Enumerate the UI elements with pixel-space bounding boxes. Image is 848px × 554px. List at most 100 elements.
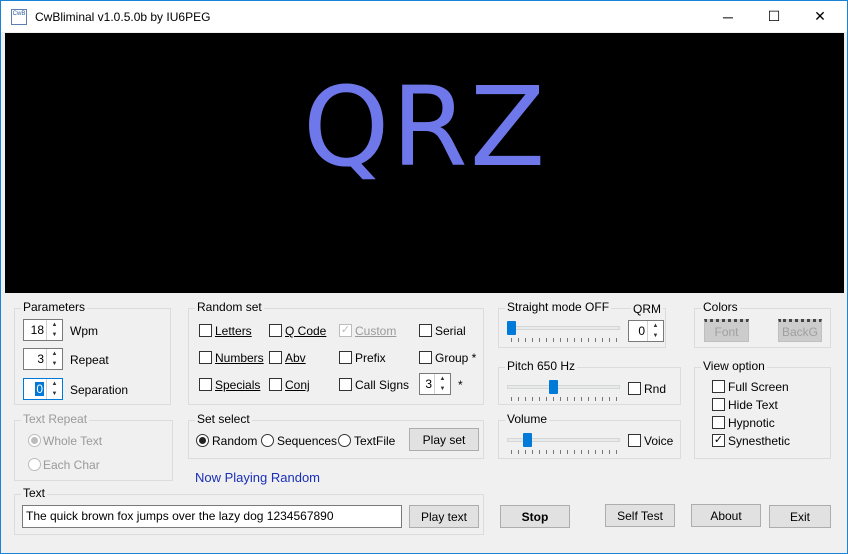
repeat-spinner[interactable]: 3 ▲ ▼: [23, 348, 63, 370]
abv-checkbox[interactable]: [269, 351, 282, 364]
spin-down-icon[interactable]: ▼: [47, 330, 62, 340]
random-set-label: Random set: [195, 300, 264, 314]
text-input[interactable]: The quick brown fox jumps over the lazy …: [22, 505, 402, 528]
random-radio[interactable]: [196, 434, 209, 447]
volume-slider-thumb[interactable]: [523, 433, 532, 447]
stop-button[interactable]: Stop: [500, 505, 570, 528]
pitch-slider-thumb[interactable]: [549, 380, 558, 394]
morse-display-panel: QRZ: [5, 33, 844, 293]
now-playing-status: Now Playing Random: [195, 470, 321, 485]
voice-checkbox[interactable]: [628, 434, 641, 447]
pitch-slider-ticks: [511, 397, 619, 401]
background-color-button[interactable]: BackG: [778, 319, 822, 342]
spin-up-icon[interactable]: ▲: [648, 321, 663, 331]
sequences-radio[interactable]: [261, 434, 274, 447]
rnd-checkbox[interactable]: [628, 382, 641, 395]
group-star-label: *: [458, 378, 463, 392]
maximize-button[interactable]: ☐: [751, 1, 797, 32]
group-size-value: 3: [425, 377, 432, 391]
numbers-label: Numbers: [215, 351, 264, 365]
spin-up-icon[interactable]: ▲: [47, 379, 62, 389]
sequences-radio-label: Sequences: [277, 434, 338, 448]
custom-checkbox[interactable]: ✓: [339, 324, 352, 337]
hypnotic-label: Hypnotic: [728, 416, 775, 430]
repeat-label: Repeat: [70, 353, 109, 367]
whole-text-label: Whole Text: [43, 434, 103, 448]
spin-down-icon[interactable]: ▼: [435, 384, 450, 394]
custom-label: Custom: [355, 324, 397, 338]
letters-label: Letters: [215, 324, 252, 338]
full-screen-checkbox[interactable]: [712, 380, 725, 393]
separation-value: 0: [35, 382, 44, 396]
title-bar: CwB CwBliminal v1.0.5.0b by IU6PEG ─ ☐ ✕: [1, 1, 847, 32]
app-window: CwB CwBliminal v1.0.5.0b by IU6PEG ─ ☐ ✕…: [0, 0, 848, 554]
volume-slider-ticks: [511, 450, 619, 454]
serial-checkbox[interactable]: [419, 324, 432, 337]
close-button[interactable]: ✕: [797, 1, 843, 32]
numbers-checkbox[interactable]: [199, 351, 212, 364]
specials-label: Specials: [215, 378, 261, 392]
wpm-spinner[interactable]: 18 ▲ ▼: [23, 319, 63, 341]
spin-down-icon[interactable]: ▼: [648, 331, 663, 341]
wpm-label: Wpm: [70, 324, 98, 338]
window-title: CwBliminal v1.0.5.0b by IU6PEG: [35, 10, 211, 24]
display-text: QRZ: [302, 63, 548, 191]
self-test-button[interactable]: Self Test: [605, 504, 675, 527]
repeat-value: 3: [37, 352, 44, 366]
group-size-spinner[interactable]: 3 ▲ ▼: [419, 373, 451, 395]
straight-slider-ticks: [511, 338, 619, 342]
spin-up-icon[interactable]: ▲: [47, 349, 62, 359]
volume-label: Volume: [505, 412, 550, 426]
hide-text-checkbox[interactable]: [712, 398, 725, 411]
separation-label: Separation: [70, 383, 129, 397]
pitch-slider-track[interactable]: [507, 385, 620, 389]
prefix-checkbox[interactable]: [339, 351, 352, 364]
play-text-button[interactable]: Play text: [409, 505, 479, 528]
separation-spinner[interactable]: 0 ▲ ▼: [23, 378, 63, 400]
parameters-label: Parameters: [21, 300, 88, 314]
synesthetic-checkbox[interactable]: ✓: [712, 434, 725, 447]
pitch-label: Pitch 650 Hz: [505, 359, 578, 373]
about-button[interactable]: About: [691, 504, 761, 527]
group-checkbox[interactable]: [419, 351, 432, 364]
qcode-checkbox[interactable]: [269, 324, 282, 337]
play-set-button[interactable]: Play set: [409, 428, 479, 451]
minimize-button[interactable]: ─: [705, 1, 751, 32]
qcode-label: Q Code: [285, 324, 327, 338]
textfile-radio[interactable]: [338, 434, 351, 447]
text-group-label: Text: [21, 486, 48, 500]
straight-slider-thumb[interactable]: [507, 321, 516, 335]
spin-down-icon[interactable]: ▼: [47, 389, 62, 399]
prefix-label: Prefix: [355, 351, 386, 365]
serial-label: Serial: [435, 324, 466, 338]
conj-label: Conj: [285, 378, 310, 392]
conj-checkbox[interactable]: [269, 378, 282, 391]
textfile-radio-label: TextFile: [354, 434, 396, 448]
hide-text-label: Hide Text: [728, 398, 778, 412]
spin-down-icon[interactable]: ▼: [47, 359, 62, 369]
callsigns-label: Call Signs: [355, 378, 410, 392]
random-radio-label: Random: [212, 434, 258, 448]
abv-label: Abv: [285, 351, 306, 365]
callsigns-checkbox[interactable]: [339, 378, 352, 391]
each-char-radio[interactable]: [28, 458, 41, 471]
qrm-spinner[interactable]: 0 ▲ ▼: [628, 320, 664, 342]
spin-up-icon[interactable]: ▲: [435, 374, 450, 384]
qrm-value: 0: [638, 324, 645, 338]
straight-mode-label: Straight mode OFF: [505, 300, 612, 314]
group-label: Group *: [435, 351, 477, 365]
qrm-label: QRM: [631, 302, 663, 316]
whole-text-radio[interactable]: [28, 434, 41, 447]
text-repeat-label: Text Repeat: [21, 412, 90, 426]
font-color-button[interactable]: Font: [704, 319, 749, 342]
each-char-label: Each Char: [43, 458, 100, 472]
specials-checkbox[interactable]: [199, 378, 212, 391]
full-screen-label: Full Screen: [728, 380, 789, 394]
letters-checkbox[interactable]: [199, 324, 212, 337]
exit-button[interactable]: Exit: [769, 505, 831, 528]
hypnotic-checkbox[interactable]: [712, 416, 725, 429]
view-option-label: View option: [701, 359, 767, 373]
set-select-label: Set select: [195, 412, 252, 426]
spin-up-icon[interactable]: ▲: [47, 320, 62, 330]
straight-slider-track[interactable]: [507, 326, 620, 330]
